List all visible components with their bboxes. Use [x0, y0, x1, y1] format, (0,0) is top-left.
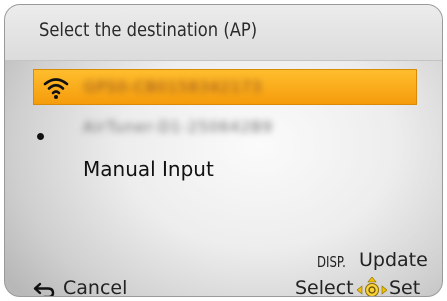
set-label: Set — [389, 277, 421, 297]
network-item-selected[interactable]: GPS0-CB0158342173 — [33, 69, 417, 105]
camera-screen: Select the destination (AP) GPS0-CB01583… — [4, 4, 443, 297]
manual-input-item[interactable]: Manual Input — [33, 151, 417, 187]
wifi-icon — [43, 78, 69, 99]
page-title: Select the destination (AP) — [39, 19, 258, 41]
network-ssid: GPS0-CB0158342173 — [84, 78, 263, 96]
manual-input-label: Manual Input — [83, 157, 214, 181]
header-bar: Select the destination (AP) — [5, 5, 442, 61]
cancel-label: Cancel — [63, 277, 128, 297]
dot-icon — [37, 133, 44, 140]
update-label: Update — [359, 249, 428, 271]
dpad-icon — [357, 277, 387, 296]
disp-key-label: DISP. — [317, 253, 346, 271]
select-label: Select — [295, 277, 354, 297]
network-item[interactable]: AirTuner-D1-250642B9 — [33, 108, 417, 144]
back-arrow-icon — [33, 282, 55, 296]
network-ssid: AirTuner-D1-250642B9 — [83, 118, 273, 136]
